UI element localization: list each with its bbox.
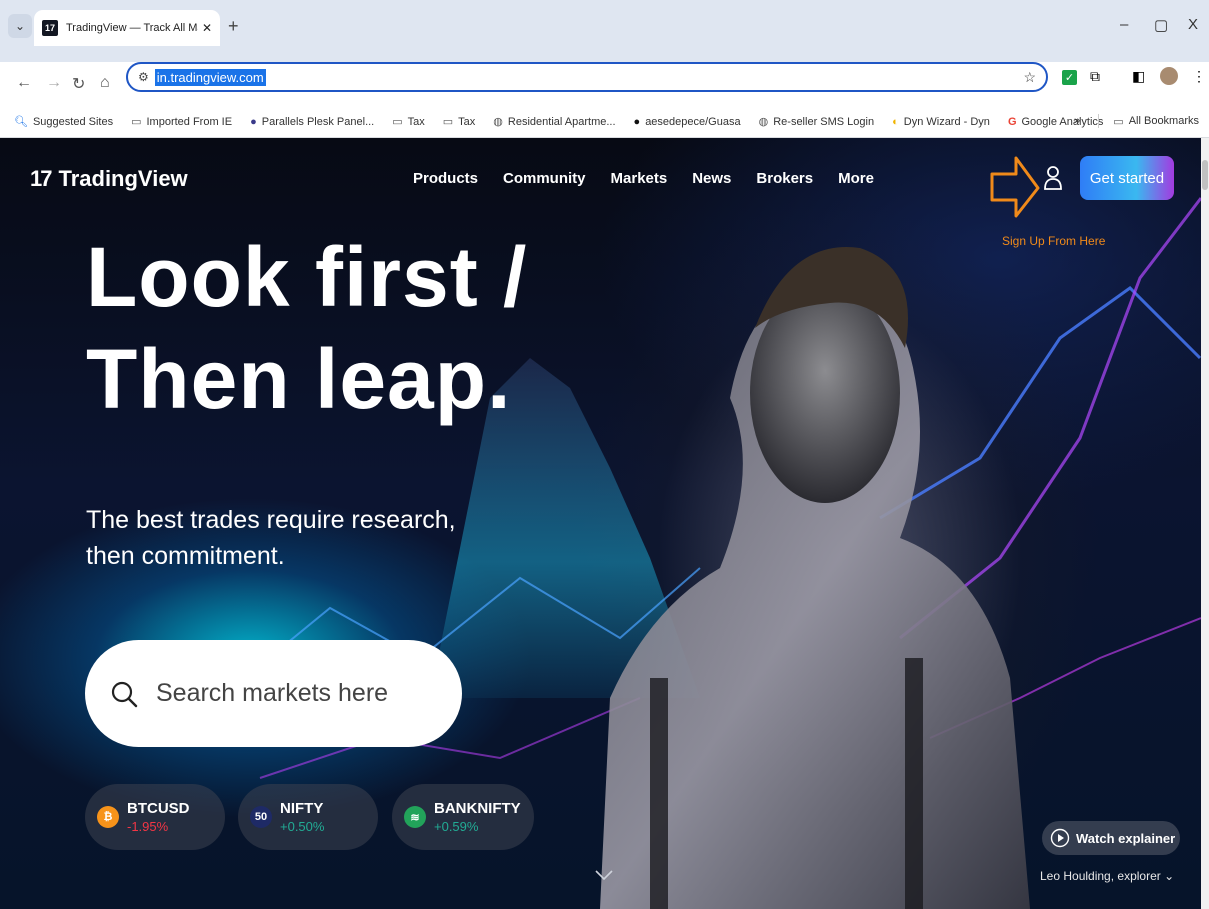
bitcoin-icon: ₿ (97, 806, 119, 828)
ticker-symbol: BANKNIFTY (434, 800, 521, 817)
bookmark-tax-2[interactable]: ▭ Tax (442, 115, 476, 129)
ticker-nifty[interactable]: 50 NIFTY +0.50% (238, 784, 378, 850)
hero-title: Look first / Then leap. (86, 226, 527, 430)
search-icon (111, 681, 138, 707)
market-search[interactable] (85, 640, 462, 747)
bookmark-github[interactable]: ● aesedepece/Guasa (634, 116, 741, 128)
close-window-icon[interactable]: X (1188, 16, 1198, 33)
bookmark-suggested-sites[interactable]: 🔍︎ Suggested Sites (14, 115, 113, 129)
reload-icon[interactable]: ↻ (72, 74, 85, 94)
ticker-btcusd[interactable]: ₿ BTCUSD -1.95% (85, 784, 225, 850)
globe-icon: ◍ (758, 116, 769, 128)
folder-icon: ▭ (131, 116, 142, 128)
folder-icon: ▭ (442, 116, 454, 128)
folder-icon: ▭ (1113, 115, 1124, 128)
minimize-icon[interactable]: – (1120, 16, 1128, 33)
bookmark-reseller-sms[interactable]: ◍ Re-seller SMS Login (758, 115, 874, 129)
back-icon[interactable]: ← (16, 74, 32, 92)
tradingview-logo[interactable]: 17 TradingView (30, 166, 188, 192)
extensions-puzzle-icon[interactable]: ⧉ (1090, 68, 1100, 85)
annotation-arrow-icon (990, 156, 1040, 218)
tab-search-chevron-icon[interactable]: ⌄ (8, 14, 32, 38)
plesk-icon: ● (250, 115, 257, 128)
all-bookmarks[interactable]: All Bookmarks (1129, 115, 1199, 127)
browser-menu-icon[interactable]: ⋮ (1192, 68, 1206, 85)
address-bar[interactable]: ⚙ in.tradingview.com ☆ (126, 62, 1048, 92)
ticker-change: +0.59% (434, 819, 479, 834)
chevron-down-icon: ⌄ (1164, 869, 1175, 883)
home-icon[interactable]: ⌂ (100, 74, 110, 92)
ticker-change: +0.50% (280, 819, 325, 834)
hero-title-line-2: Then leap. (86, 332, 512, 426)
globe-icon: ◍ (493, 116, 503, 128)
bookmark-dyn-wizard[interactable]: ◐ Dyn Wizard - Dyn (892, 116, 990, 128)
folder-icon: ▭ (392, 116, 403, 128)
google-icon: G (1007, 115, 1017, 128)
bookmarks-bar: 🔍︎ Suggested Sites ▭ Imported From IE ● Par… (0, 106, 1209, 138)
tradingview-mark-icon: 17 (30, 166, 53, 191)
restore-icon[interactable]: ▢ (1154, 16, 1168, 34)
divider (1098, 114, 1100, 128)
bookmark-imported-from-ie[interactable]: ▭ Imported From IE (131, 115, 232, 129)
nav-products[interactable]: Products (413, 170, 478, 187)
github-icon: ● (633, 115, 641, 128)
get-started-button[interactable]: Get started (1080, 156, 1174, 200)
browser-toolbar: ← → ↻ ⌂ ⚙ in.tradingview.com ☆ ✓ ⧉ ◧ ⋮ (0, 62, 1209, 106)
logo-text: TradingView (58, 166, 188, 191)
ticker-symbol: BTCUSD (127, 800, 190, 817)
tab-close-icon[interactable]: ✕ (202, 21, 212, 35)
scroll-down-chevron-icon[interactable] (594, 868, 614, 882)
browser-tabstrip: ⌄ 17 TradingView — Track All Markets ✕ +… (0, 0, 1209, 62)
photo-caption[interactable]: Leo Houlding, explorer ⌄ (1040, 869, 1174, 883)
extension-check-icon[interactable]: ✓ (1062, 70, 1077, 85)
bookmark-residential[interactable]: ◍ Residential Apartme... (493, 115, 615, 129)
page-hero: 17 TradingView Products Community Market… (0, 138, 1201, 909)
hero-subtitle: The best trades require research, then c… (86, 506, 456, 570)
page-scrollbar[interactable] (1201, 138, 1209, 909)
nav-brokers[interactable]: Brokers (756, 170, 813, 187)
site-info-icon[interactable]: ⚙ (138, 70, 149, 84)
hero-title-line-1: Look first / (86, 230, 528, 324)
banknifty-icon: ≋ (404, 806, 426, 828)
annotation-text: Sign Up From Here (1002, 234, 1106, 248)
nav-news[interactable]: News (692, 170, 731, 187)
bookmark-star-icon[interactable]: ☆ (1023, 69, 1036, 86)
ticker-change: -1.95% (127, 819, 169, 834)
watch-explainer-label: Watch explainer (1076, 830, 1176, 846)
user-account-icon[interactable] (1042, 164, 1064, 192)
nav-community[interactable]: Community (503, 170, 586, 187)
search-icon: 🔍︎ (14, 116, 28, 128)
tradingview-favicon-icon: 17 (42, 20, 58, 36)
bookmark-tax-1[interactable]: ▭ Tax (392, 115, 425, 129)
browser-tab[interactable]: 17 TradingView — Track All Markets ✕ (34, 10, 220, 46)
nav-markets[interactable]: Markets (611, 170, 668, 187)
nifty-50-icon: 50 (250, 806, 272, 828)
forward-icon[interactable]: → (46, 74, 62, 92)
watch-explainer-button[interactable]: Watch explainer (1042, 821, 1180, 855)
scrollbar-thumb[interactable] (1202, 160, 1208, 190)
new-tab-icon[interactable]: + (228, 16, 239, 37)
side-panel-icon[interactable]: ◧ (1132, 68, 1145, 85)
bookmarks-overflow-icon[interactable]: » (1074, 115, 1080, 127)
bookmark-plesk-panel[interactable]: ● Parallels Plesk Panel... (250, 116, 374, 128)
profile-avatar[interactable] (1160, 67, 1178, 85)
tab-title: TradingView — Track All Markets (66, 22, 198, 34)
play-icon (1050, 828, 1070, 848)
ticker-banknifty[interactable]: ≋ BANKNIFTY +0.59% (392, 784, 534, 850)
main-nav: Products Community Markets News Brokers … (413, 170, 899, 187)
ticker-symbol: NIFTY (280, 800, 324, 817)
nav-more[interactable]: More (838, 170, 874, 187)
search-input[interactable] (156, 679, 406, 708)
dyn-icon: ◐ (892, 115, 899, 128)
url-text[interactable]: in.tradingview.com (154, 68, 266, 86)
